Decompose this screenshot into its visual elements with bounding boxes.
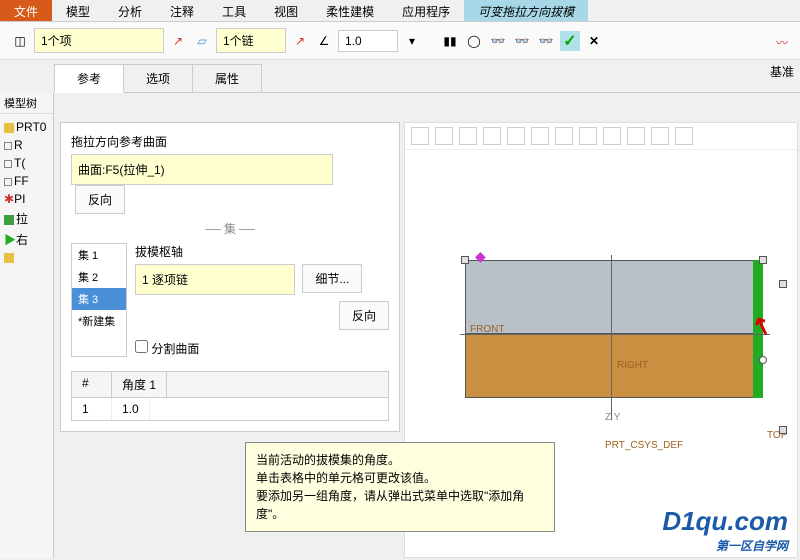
sets-list: 集 1 集 2 集 3 *新建集 xyxy=(71,243,127,357)
cell-index: 1 xyxy=(72,398,112,420)
set-1[interactable]: 集 1 xyxy=(72,244,126,266)
glasses3-icon[interactable]: 👓 xyxy=(536,31,556,51)
tree-item-prt[interactable]: PRT0 xyxy=(2,118,51,136)
reference-panel: 拖拉方向参考曲面 曲面:F5(拉伸_1) 反向 ── 集 ── 集 1 集 2 … xyxy=(60,122,400,432)
flip2-icon[interactable]: ↗ xyxy=(290,31,310,51)
set-separator: ── 集 ── xyxy=(71,220,389,237)
menu-file[interactable]: 文件 xyxy=(0,0,52,21)
split-checkbox[interactable] xyxy=(135,340,148,353)
tab-reference[interactable]: 参考 xyxy=(54,64,124,93)
vp-icon-11[interactable] xyxy=(651,127,669,145)
ref-surface-label: 拖拉方向参考曲面 xyxy=(71,133,389,150)
vp-icon-7[interactable] xyxy=(555,127,573,145)
vp-icon-9[interactable] xyxy=(603,127,621,145)
watermark-main: D1qu.com xyxy=(662,506,788,536)
angle-table: # 角度 1 1 1.0 xyxy=(71,371,389,421)
label-front: FRONT xyxy=(470,324,504,335)
vp-icon-3[interactable] xyxy=(459,127,477,145)
set-2[interactable]: 集 2 xyxy=(72,266,126,288)
watermark: D1qu.com 第一区自学网 xyxy=(662,506,788,554)
reverse-button-1[interactable]: 反向 xyxy=(75,185,125,214)
vp-icon-1[interactable] xyxy=(411,127,429,145)
col-angle[interactable]: 角度 1 xyxy=(112,372,167,397)
menu-tools[interactable]: 工具 xyxy=(208,0,260,21)
drag-handle-2[interactable] xyxy=(759,256,767,264)
wave-icon[interactable]: 〰 xyxy=(768,28,796,57)
right-panel: 〰 基准 xyxy=(768,28,796,86)
menu-analysis[interactable]: 分析 xyxy=(104,0,156,21)
menu-flex[interactable]: 柔性建模 xyxy=(312,0,388,21)
drag-handle-3[interactable] xyxy=(759,356,767,364)
vp-icon-2[interactable] xyxy=(435,127,453,145)
menu-model[interactable]: 模型 xyxy=(52,0,104,21)
ref-surface-input[interactable]: 曲面:F5(拉伸_1) xyxy=(71,154,333,185)
label-zy: Z Y xyxy=(605,412,620,423)
viewport-toolbar xyxy=(405,123,797,150)
angle-input[interactable] xyxy=(338,30,398,52)
tree-item-extrude[interactable]: 拉 xyxy=(2,208,51,229)
tree-item-right[interactable]: ▶右 xyxy=(2,229,51,250)
menu-bar: 文件 模型 分析 注释 工具 视图 柔性建模 应用程序 可变拖拉方向拔模 xyxy=(0,0,800,22)
drag-handle-5[interactable] xyxy=(779,426,787,434)
detail-button[interactable]: 细节... xyxy=(302,264,362,293)
vp-icon-12[interactable] xyxy=(675,127,693,145)
model-face-top[interactable] xyxy=(465,260,755,334)
tree-item-ff[interactable]: FF xyxy=(2,172,51,190)
menu-draft[interactable]: 可变拖拉方向拔模 xyxy=(464,0,588,21)
vp-icon-5[interactable] xyxy=(507,127,525,145)
vp-icon-10[interactable] xyxy=(627,127,645,145)
chain-collector[interactable]: 1个链 xyxy=(216,28,286,53)
angle-icon[interactable]: ∠ xyxy=(314,31,334,51)
tooltip: 当前活动的拔模集的角度。 单击表格中的单元格可更改该值。 要添加另一组角度，请从… xyxy=(245,442,555,532)
axis-vertical xyxy=(611,255,612,420)
vp-icon-4[interactable] xyxy=(483,127,501,145)
tree-item-t[interactable]: T( xyxy=(2,154,51,172)
glasses1-icon[interactable]: 👓 xyxy=(488,31,508,51)
anchor-icon[interactable]: ◆ xyxy=(475,248,486,265)
tree-item-r[interactable]: R xyxy=(2,136,51,154)
drag-handle-4[interactable] xyxy=(779,280,787,288)
label-csys: PRT_CSYS_DEF xyxy=(605,440,683,451)
feature-toolbar: ◫ 1个项 ↗ ▱ 1个链 ↗ ∠ ▾ ▮▮ ◯ 👓 👓 👓 ✓ ✕ xyxy=(0,22,800,60)
split-label: 分割曲面 xyxy=(151,342,199,356)
ok-button[interactable]: ✓ xyxy=(560,31,580,51)
item-collector[interactable]: 1个项 xyxy=(34,28,164,53)
cancel-button[interactable]: ✕ xyxy=(584,31,604,51)
tab-options[interactable]: 选项 xyxy=(123,64,193,92)
col-index[interactable]: # xyxy=(72,372,112,397)
axis-horizontal xyxy=(460,334,770,335)
model-face-bottom[interactable] xyxy=(465,334,755,398)
watermark-sub: 第一区自学网 xyxy=(662,537,788,554)
glasses2-icon[interactable]: 👓 xyxy=(512,31,532,51)
panel-tabs: 参考 选项 属性 xyxy=(54,64,800,93)
ref-icon[interactable]: ◫ xyxy=(10,31,30,51)
menu-annotate[interactable]: 注释 xyxy=(156,0,208,21)
reverse-button-2[interactable]: 反向 xyxy=(339,301,389,330)
label-right: RIGHT xyxy=(617,360,648,371)
flip-icon[interactable]: ↗ xyxy=(168,31,188,51)
new-set[interactable]: *新建集 xyxy=(72,310,126,332)
menu-apps[interactable]: 应用程序 xyxy=(388,0,464,21)
axis-label: 拔模枢轴 xyxy=(135,243,389,260)
vp-icon-8[interactable] xyxy=(579,127,597,145)
pause-icon[interactable]: ▮▮ xyxy=(440,31,460,51)
table-row[interactable]: 1 1.0 xyxy=(72,398,388,420)
circle-icon[interactable]: ◯ xyxy=(464,31,484,51)
model-tree-sidebar: 模型树 PRT0 R T( FF ✱PI 拉 ▶右 xyxy=(0,93,54,558)
axis-input[interactable]: 1 逐项链 xyxy=(135,264,295,295)
basis-label[interactable]: 基准 xyxy=(768,57,796,86)
tree-title: 模型树 xyxy=(0,93,53,114)
tree-item-pi[interactable]: ✱PI xyxy=(2,190,51,208)
drag-handle-1[interactable] xyxy=(461,256,469,264)
tab-properties[interactable]: 属性 xyxy=(192,64,262,92)
menu-view[interactable]: 视图 xyxy=(260,0,312,21)
cell-angle[interactable]: 1.0 xyxy=(112,398,150,420)
plane-icon[interactable]: ▱ xyxy=(192,31,212,51)
set-3[interactable]: 集 3 xyxy=(72,288,126,310)
tree-item-extra[interactable] xyxy=(2,250,51,266)
dropdown-icon[interactable]: ▾ xyxy=(402,31,422,51)
vp-icon-6[interactable] xyxy=(531,127,549,145)
